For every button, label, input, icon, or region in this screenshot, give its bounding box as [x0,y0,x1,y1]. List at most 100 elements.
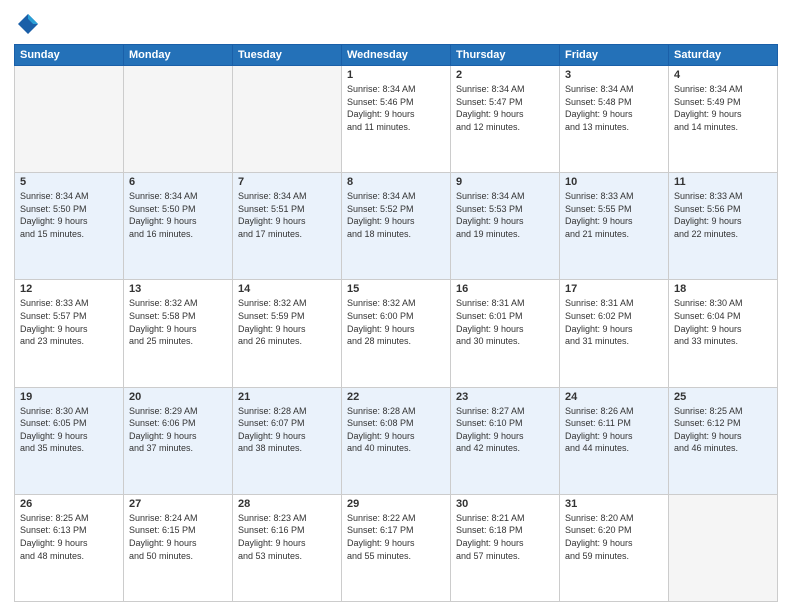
calendar-cell: 14 Sunrise: 8:32 AMSunset: 5:59 PMDayligh… [233,280,342,387]
day-info: Sunrise: 8:31 AMSunset: 6:02 PMDaylight:… [565,297,663,347]
day-info: Sunrise: 8:34 AMSunset: 5:51 PMDaylight:… [238,190,336,240]
calendar-cell [233,66,342,173]
day-number: 29 [347,498,445,510]
calendar-cell: 27 Sunrise: 8:24 AMSunset: 6:15 PMDayligh… [124,494,233,601]
day-info: Sunrise: 8:32 AMSunset: 6:00 PMDaylight:… [347,297,445,347]
calendar-cell: 21Sunrise: 8:28 AMSunset: 6:07 PMDayligh… [233,387,342,494]
day-number: 30 [456,498,554,510]
calendar-cell: 12Sunrise: 8:33 AMSunset: 5:57 PMDayligh… [15,280,124,387]
day-number: 10 [565,176,663,188]
day-number: 1 [347,69,445,81]
calendar-week-row: 12Sunrise: 8:33 AMSunset: 5:57 PMDayligh… [15,280,778,387]
calendar-header-row: SundayMondayTuesdayWednesdayThursdayFrid… [15,45,778,66]
day-number: 17 [565,283,663,295]
calendar-table: SundayMondayTuesdayWednesdayThursdayFrid… [14,44,778,602]
calendar-cell: 16 Sunrise: 8:31 AMSunset: 6:01 PMDayligh… [451,280,560,387]
day-number: 27 [129,498,227,510]
calendar-cell: 31Sunrise: 8:20 AMSunset: 6:20 PMDayligh… [560,494,669,601]
calendar-cell: 18 Sunrise: 8:30 AMSunset: 6:04 PMDayligh… [669,280,778,387]
day-number: 16 [456,283,554,295]
day-info: Sunrise: 8:33 AMSunset: 5:55 PMDaylight:… [565,190,663,240]
day-number: 9 [456,176,554,188]
calendar-cell [15,66,124,173]
logo-icon [14,10,42,38]
day-number: 13 [129,283,227,295]
calendar-cell: 19 Sunrise: 8:30 AMSunset: 6:05 PMDayligh… [15,387,124,494]
day-info: Sunrise: 8:33 AMSunset: 5:56 PMDaylight:… [674,190,772,240]
calendar-cell: 24Sunrise: 8:26 AMSunset: 6:11 PMDayligh… [560,387,669,494]
day-info: Sunrise: 8:25 AMSunset: 6:13 PMDaylight:… [20,512,118,562]
day-info: Sunrise: 8:32 AMSunset: 5:58 PMDaylight:… [129,297,227,347]
day-number: 6 [129,176,227,188]
day-info: Sunrise: 8:28 AMSunset: 6:07 PMDaylight:… [238,405,336,455]
calendar-day-header: Monday [124,45,233,66]
day-info: Sunrise: 8:22 AMSunset: 6:17 PMDaylight:… [347,512,445,562]
calendar-cell: 7 Sunrise: 8:34 AMSunset: 5:51 PMDaylight… [233,173,342,280]
day-number: 22 [347,391,445,403]
calendar-cell: 26 Sunrise: 8:25 AMSunset: 6:13 PMDayligh… [15,494,124,601]
day-number: 11 [674,176,772,188]
calendar-week-row: 1 Sunrise: 8:34 AMSunset: 5:46 PMDaylight… [15,66,778,173]
day-info: Sunrise: 8:34 AMSunset: 5:47 PMDaylight:… [456,83,554,133]
day-number: 8 [347,176,445,188]
calendar-cell: 23 Sunrise: 8:27 AMSunset: 6:10 PMDayligh… [451,387,560,494]
day-info: Sunrise: 8:27 AMSunset: 6:10 PMDaylight:… [456,405,554,455]
calendar-cell: 22 Sunrise: 8:28 AMSunset: 6:08 PMDayligh… [342,387,451,494]
day-info: Sunrise: 8:20 AMSunset: 6:20 PMDaylight:… [565,512,663,562]
header [14,10,778,38]
day-info: Sunrise: 8:30 AMSunset: 6:04 PMDaylight:… [674,297,772,347]
day-info: Sunrise: 8:21 AMSunset: 6:18 PMDaylight:… [456,512,554,562]
day-info: Sunrise: 8:34 AMSunset: 5:50 PMDaylight:… [129,190,227,240]
calendar-cell: 17 Sunrise: 8:31 AMSunset: 6:02 PMDayligh… [560,280,669,387]
calendar-cell [669,494,778,601]
calendar-day-header: Saturday [669,45,778,66]
calendar-day-header: Thursday [451,45,560,66]
calendar-cell: 4Sunrise: 8:34 AMSunset: 5:49 PMDaylight… [669,66,778,173]
calendar-cell: 10 Sunrise: 8:33 AMSunset: 5:55 PMDayligh… [560,173,669,280]
day-info: Sunrise: 8:34 AMSunset: 5:48 PMDaylight:… [565,83,663,133]
day-info: Sunrise: 8:31 AMSunset: 6:01 PMDaylight:… [456,297,554,347]
day-number: 19 [20,391,118,403]
calendar-cell: 9 Sunrise: 8:34 AMSunset: 5:53 PMDaylight… [451,173,560,280]
day-number: 20 [129,391,227,403]
calendar-cell: 2 Sunrise: 8:34 AMSunset: 5:47 PMDaylight… [451,66,560,173]
calendar-cell [124,66,233,173]
day-number: 14 [238,283,336,295]
day-info: Sunrise: 8:34 AMSunset: 5:50 PMDaylight:… [20,190,118,240]
calendar-week-row: 26 Sunrise: 8:25 AMSunset: 6:13 PMDayligh… [15,494,778,601]
day-info: Sunrise: 8:23 AMSunset: 6:16 PMDaylight:… [238,512,336,562]
calendar-day-header: Sunday [15,45,124,66]
calendar-week-row: 19 Sunrise: 8:30 AMSunset: 6:05 PMDayligh… [15,387,778,494]
day-number: 26 [20,498,118,510]
day-info: Sunrise: 8:34 AMSunset: 5:46 PMDaylight:… [347,83,445,133]
day-info: Sunrise: 8:28 AMSunset: 6:08 PMDaylight:… [347,405,445,455]
calendar-week-row: 5 Sunrise: 8:34 AMSunset: 5:50 PMDaylight… [15,173,778,280]
calendar-day-header: Friday [560,45,669,66]
calendar-cell: 1 Sunrise: 8:34 AMSunset: 5:46 PMDaylight… [342,66,451,173]
day-info: Sunrise: 8:34 AMSunset: 5:52 PMDaylight:… [347,190,445,240]
day-info: Sunrise: 8:34 AMSunset: 5:53 PMDaylight:… [456,190,554,240]
day-info: Sunrise: 8:32 AMSunset: 5:59 PMDaylight:… [238,297,336,347]
page: SundayMondayTuesdayWednesdayThursdayFrid… [0,0,792,612]
day-info: Sunrise: 8:33 AMSunset: 5:57 PMDaylight:… [20,297,118,347]
day-number: 2 [456,69,554,81]
day-number: 18 [674,283,772,295]
calendar-cell: 28Sunrise: 8:23 AMSunset: 6:16 PMDayligh… [233,494,342,601]
calendar-cell: 29 Sunrise: 8:22 AMSunset: 6:17 PMDayligh… [342,494,451,601]
calendar-cell: 3Sunrise: 8:34 AMSunset: 5:48 PMDaylight… [560,66,669,173]
day-number: 25 [674,391,772,403]
day-info: Sunrise: 8:24 AMSunset: 6:15 PMDaylight:… [129,512,227,562]
calendar-cell: 6 Sunrise: 8:34 AMSunset: 5:50 PMDaylight… [124,173,233,280]
day-info: Sunrise: 8:25 AMSunset: 6:12 PMDaylight:… [674,405,772,455]
day-number: 4 [674,69,772,81]
day-number: 7 [238,176,336,188]
day-number: 23 [456,391,554,403]
day-info: Sunrise: 8:30 AMSunset: 6:05 PMDaylight:… [20,405,118,455]
calendar-day-header: Tuesday [233,45,342,66]
calendar-cell: 11 Sunrise: 8:33 AMSunset: 5:56 PMDayligh… [669,173,778,280]
day-info: Sunrise: 8:29 AMSunset: 6:06 PMDaylight:… [129,405,227,455]
calendar-cell: 15Sunrise: 8:32 AMSunset: 6:00 PMDayligh… [342,280,451,387]
day-number: 24 [565,391,663,403]
day-number: 5 [20,176,118,188]
calendar-cell: 8 Sunrise: 8:34 AMSunset: 5:52 PMDaylight… [342,173,451,280]
